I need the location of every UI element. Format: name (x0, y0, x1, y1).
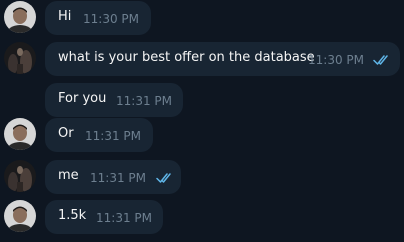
message-time: 11:31 PM (90, 171, 146, 185)
message-time: 11:31 PM (96, 211, 152, 225)
message-time: 11:31 PM (116, 94, 172, 108)
message-bubble[interactable]: 1.5k 11:31 PM (45, 200, 163, 234)
user-avatar[interactable] (4, 118, 36, 150)
message-text: what is your best offer on the database (58, 50, 315, 65)
message-time: 11:30 PM (83, 12, 139, 26)
message-text: For you (58, 91, 107, 106)
double-check-icon (156, 172, 174, 184)
message-bubble[interactable]: Hi 11:30 PM (45, 1, 151, 35)
user-avatar[interactable] (4, 1, 36, 33)
message-text: 1.5k (58, 208, 87, 223)
message-bubble[interactable]: me 11:31 PM (45, 160, 181, 194)
message-time: 11:30 PM (308, 53, 364, 67)
chat-message-list: Hi 11:30 PM what is your best offer on t… (0, 0, 404, 242)
message-text: me (58, 168, 79, 183)
user-avatar[interactable] (4, 42, 36, 74)
double-check-icon (373, 54, 391, 66)
message-bubble[interactable]: what is your best offer on the database … (45, 42, 400, 76)
message-text: Or (58, 126, 74, 141)
message-bubble[interactable]: Or 11:31 PM (45, 118, 153, 152)
message-text: Hi (58, 9, 72, 24)
message-bubble[interactable]: For you 11:31 PM (45, 83, 183, 117)
message-time: 11:31 PM (85, 129, 141, 143)
user-avatar[interactable] (4, 200, 36, 232)
user-avatar[interactable] (4, 160, 36, 192)
